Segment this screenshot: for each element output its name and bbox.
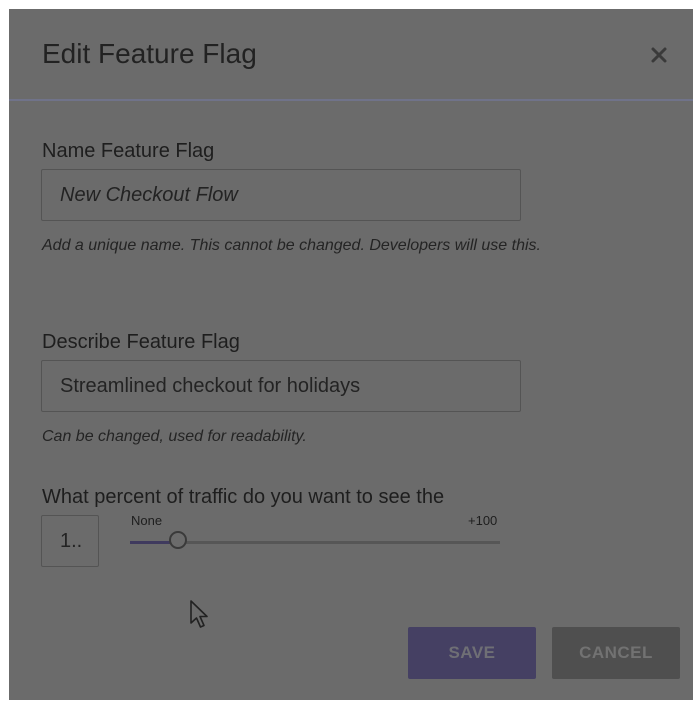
traffic-slider-thumb[interactable]: [169, 531, 188, 549]
edit-feature-flag-dialog: Edit Feature Flag Name Feature Flag Add …: [9, 9, 693, 700]
close-button[interactable]: [647, 43, 671, 67]
description-field-helper: Can be changed, used for readability.: [42, 428, 307, 445]
dialog-title: Edit Feature Flag: [42, 38, 257, 69]
description-input[interactable]: [41, 360, 521, 412]
cancel-button[interactable]: CANCEL: [552, 627, 680, 679]
slider-min-label: None: [131, 513, 163, 528]
traffic-label: What percent of traffic do you want to s…: [42, 486, 445, 508]
slider-max-label: +100: [468, 513, 498, 528]
mouse-cursor-icon: [190, 600, 208, 628]
name-field-label: Name Feature Flag: [42, 140, 215, 162]
dialog-header: Edit Feature Flag: [9, 9, 693, 101]
screen: Edit Feature Flag Name Feature Flag Add …: [0, 0, 693, 709]
save-button[interactable]: SAVE: [408, 627, 536, 679]
name-input[interactable]: [41, 169, 521, 221]
description-field-label: Describe Feature Flag: [42, 331, 240, 353]
close-icon: [651, 47, 667, 63]
name-field-helper: Add a unique name. This cannot be change…: [42, 237, 541, 254]
traffic-percent-input[interactable]: [41, 515, 99, 567]
